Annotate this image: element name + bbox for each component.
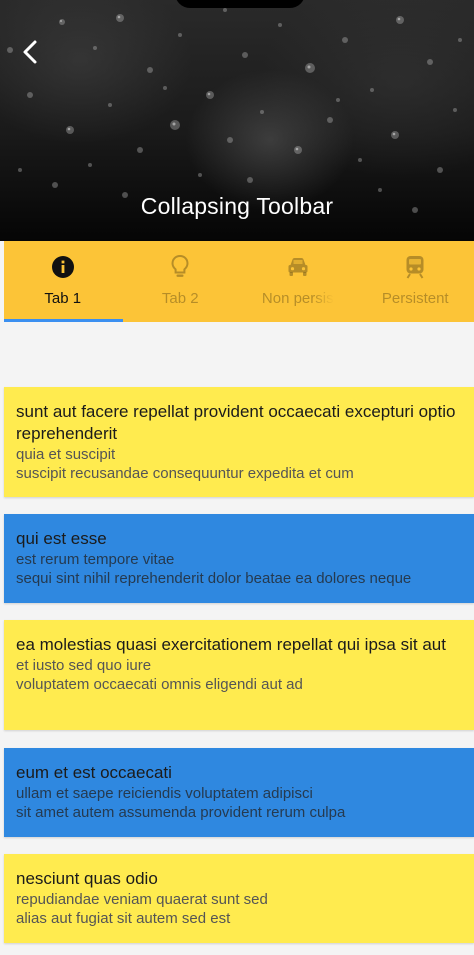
lightbulb-icon	[167, 254, 193, 280]
app-screen: Collapsing Toolbar Tab 1 Tab 2 Non persi…	[0, 0, 474, 955]
info-icon	[50, 254, 76, 280]
list-item[interactable]: eum et est occaecati ullam et saepe reic…	[4, 748, 474, 837]
post-list: sunt aut facere repellat provident occae…	[4, 322, 474, 955]
post-body-line: est rerum tempore vitae	[16, 551, 175, 568]
tab-non-persistent[interactable]: Non persis	[239, 241, 357, 322]
post-body-line: sequi sint nihil reprehenderit dolor bea…	[16, 570, 412, 587]
tab-persistent[interactable]: Persistent	[357, 241, 474, 322]
tab-bar: Tab 1 Tab 2 Non persis Persistent	[4, 241, 474, 322]
device-notch	[175, 0, 305, 8]
post-body-line: sit amet autem assumenda provident rerum…	[16, 804, 346, 821]
tab-non-persistent-label: Non persis	[261, 290, 334, 307]
post-body-line: quia et suscipit	[16, 446, 116, 463]
post-title: sunt aut facere repellat provident occae…	[16, 402, 456, 443]
tab-2-label: Tab 2	[161, 290, 199, 307]
list-item[interactable]: nesciunt quas odio repudiandae veniam qu…	[4, 854, 474, 943]
post-title: nesciunt quas odio	[16, 869, 158, 888]
post-body-line: voluptatem occaecati omnis eligendi aut …	[16, 676, 303, 693]
post-body-line: ullam et saepe reiciendis voluptatem adi…	[16, 785, 313, 802]
post-body-line: alias aut fugiat sit autem sed est	[16, 910, 231, 927]
tab-persistent-label: Persistent	[381, 290, 449, 307]
list-item[interactable]: qui est esse est rerum tempore vitae seq…	[4, 514, 474, 603]
list-item[interactable]: sunt aut facere repellat provident occae…	[4, 387, 474, 497]
tab-2[interactable]: Tab 2	[122, 241, 240, 322]
tab-1-label: Tab 1	[44, 290, 82, 307]
back-button[interactable]	[14, 36, 46, 68]
post-body-line: suscipit recusandae consequuntur expedit…	[16, 465, 354, 482]
toolbar-title: Collapsing Toolbar	[140, 193, 334, 219]
post-body-line: et iusto sed quo iure	[16, 657, 152, 674]
car-icon	[285, 254, 311, 280]
post-title: ea molestias quasi exercitationem repell…	[16, 635, 446, 654]
collapsing-header: Collapsing Toolbar	[0, 0, 474, 241]
tab-1[interactable]: Tab 1	[4, 241, 123, 322]
chevron-left-icon	[23, 40, 37, 64]
train-icon	[402, 254, 428, 280]
list-item[interactable]: ea molestias quasi exercitationem repell…	[4, 620, 474, 730]
post-title: eum et est occaecati	[16, 763, 172, 782]
post-body-line: repudiandae veniam quaerat sunt sed	[16, 891, 268, 908]
post-title: qui est esse	[16, 529, 107, 548]
